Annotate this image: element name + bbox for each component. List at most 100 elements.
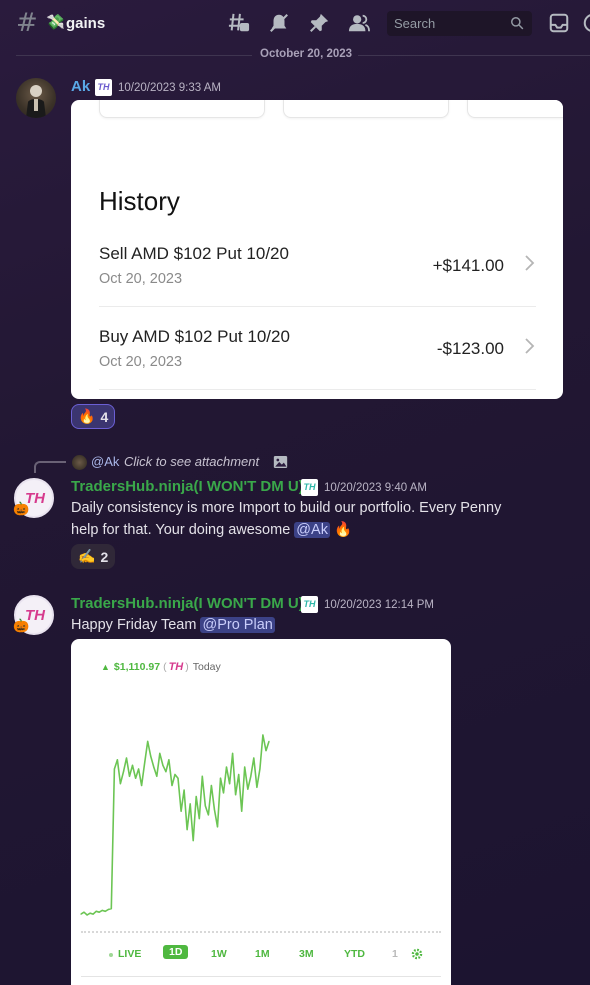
range-1m[interactable]: 1M — [255, 948, 270, 960]
range-selector: LIVE 1D 1W 1M 3M YTD 1 — [71, 945, 451, 965]
reply-avatar[interactable] — [72, 455, 87, 470]
message-line: Daily consistency is more Import to buil… — [71, 500, 502, 516]
reaction-count: 4 — [100, 408, 109, 425]
reply-mention[interactable]: @Ak — [91, 454, 119, 469]
chart-point — [210, 784, 212, 787]
chart-point — [256, 786, 258, 788]
range-1w[interactable]: 1W — [211, 948, 227, 960]
gear-icon[interactable] — [410, 947, 424, 961]
chart-point — [141, 784, 143, 787]
chart-series-line — [80, 734, 270, 916]
card-stub — [467, 100, 563, 118]
author-name[interactable]: TradersHub.ninja(I WON'T DM U) — [71, 478, 304, 495]
search-input[interactable]: Search — [387, 11, 532, 36]
chart-point — [125, 757, 128, 759]
chart-point — [89, 912, 91, 914]
message-timestamp: 10/20/2023 9:40 AM — [324, 482, 427, 494]
chart-point — [92, 913, 94, 915]
chart-point — [265, 750, 267, 752]
chart-point — [216, 826, 219, 828]
history-row-amount: -$123.00 — [436, 339, 504, 358]
history-row[interactable]: Sell AMD $102 Put 10/20 Oct 20, 2023 +$1… — [99, 244, 536, 326]
server-tag-badge: TH — [301, 596, 318, 613]
message-text: help for that. Your doing awesome — [71, 522, 295, 538]
author-name[interactable]: Ak — [71, 78, 90, 95]
history-row-description: Sell AMD $102 Put 10/20 — [99, 244, 289, 263]
inbox-icon[interactable] — [548, 12, 570, 34]
channel-emoji: 💸 — [46, 14, 65, 31]
help-icon[interactable] — [582, 12, 590, 34]
message-line: help for that. Your doing awesome @Ak 🔥 — [71, 519, 581, 541]
chart-point — [153, 766, 155, 768]
card-stub — [283, 100, 449, 118]
fire-emoji: 🔥 — [333, 522, 353, 538]
chart-point — [168, 759, 170, 761]
history-row-date: Oct 20, 2023 — [99, 271, 183, 287]
pumpkin-icon: 🎃 — [13, 618, 30, 633]
chart-point — [177, 777, 179, 779]
chart-point — [159, 752, 161, 754]
chart-point — [180, 810, 182, 812]
range-1d[interactable]: 1D — [163, 945, 189, 959]
history-row-amount: +$141.00 — [432, 256, 504, 275]
members-icon[interactable] — [348, 12, 370, 34]
mute-notifications-icon[interactable] — [268, 12, 290, 34]
message-text: Happy Friday Team — [71, 617, 201, 633]
message-timestamp: 10/20/2023 9:33 AM — [118, 82, 221, 94]
user-mention[interactable]: @Ak — [294, 522, 330, 538]
reply-preview[interactable]: Click to see attachment — [124, 454, 259, 469]
chart-point — [122, 771, 125, 773]
chart-baseline — [81, 931, 441, 933]
divider-line-left — [16, 55, 252, 56]
chart-point — [253, 757, 255, 759]
pin-icon[interactable] — [308, 12, 330, 34]
chart-point — [101, 909, 103, 911]
search-placeholder: Search — [394, 16, 436, 31]
reaction-writing[interactable]: ✍️ 2 — [71, 544, 116, 569]
chart-point — [156, 775, 158, 777]
chart-point — [116, 759, 118, 761]
chart-point — [171, 784, 173, 787]
server-tag-badge: TH — [95, 79, 112, 96]
avatar-image — [26, 85, 46, 118]
range-3m[interactable]: 3M — [299, 948, 314, 960]
range-ytd[interactable]: YTD — [344, 948, 365, 960]
fire-emoji: 🔥 — [78, 408, 96, 424]
threads-icon[interactable] — [228, 12, 250, 34]
search-icon — [511, 17, 524, 30]
chart-point — [128, 775, 131, 777]
chart-point — [186, 829, 188, 831]
history-title: History — [99, 186, 180, 216]
history-attachment[interactable]: History Sell AMD $102 Put 10/20 Oct 20, … — [71, 100, 563, 399]
pumpkin-icon: 🎃 — [13, 501, 30, 516]
chart-point — [247, 788, 249, 790]
chart-point — [189, 803, 191, 805]
chart-point — [238, 773, 240, 776]
chart-point — [219, 777, 222, 779]
chart-point — [192, 840, 194, 842]
avatar[interactable] — [16, 78, 56, 118]
chart-point — [144, 762, 146, 764]
range-1y[interactable]: 1 — [392, 948, 398, 960]
range-live[interactable]: LIVE — [118, 948, 141, 960]
chart-point — [268, 740, 270, 742]
chart-point — [232, 752, 234, 754]
author-name[interactable]: TradersHub.ninja(I WON'T DM U) — [71, 595, 304, 612]
chart-point — [95, 910, 97, 912]
chart-point — [222, 792, 225, 794]
chart-point — [131, 764, 134, 766]
chevron-right-icon — [525, 338, 535, 354]
chart-point — [113, 768, 115, 770]
reaction-fire[interactable]: 🔥 4 — [71, 404, 116, 429]
chart-point — [98, 911, 100, 913]
role-mention[interactable]: @Pro Plan — [200, 617, 275, 633]
portfolio-chart-attachment[interactable]: ▲ $1,110.97 ( TH ) Today LIVE 1D 1W 1M 3… — [71, 639, 451, 985]
chart-point — [107, 908, 109, 911]
server-tag-badge: TH — [301, 479, 318, 496]
chart-point — [162, 764, 164, 766]
chart-point — [165, 771, 167, 773]
image-icon — [273, 456, 288, 468]
channel-header: # 💸 gains Search — [0, 0, 590, 46]
reaction-count: 2 — [100, 548, 109, 565]
chevron-right-icon — [525, 255, 535, 271]
